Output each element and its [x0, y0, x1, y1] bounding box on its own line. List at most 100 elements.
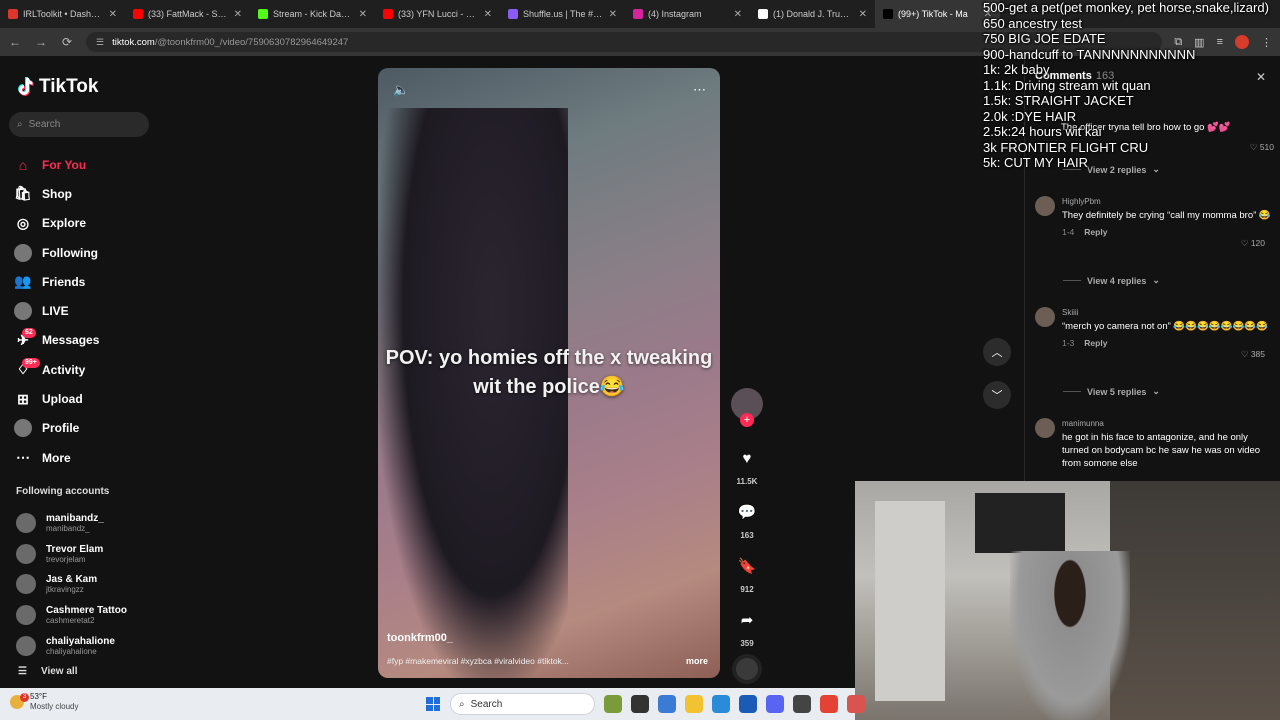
- task-view-icon[interactable]: [631, 695, 649, 713]
- store-icon[interactable]: [739, 695, 757, 713]
- taskbar-search[interactable]: ⌕ Search: [450, 693, 595, 715]
- comment-button[interactable]: 💬: [731, 496, 763, 528]
- sidebar-item-explore[interactable]: ◎ Explore: [14, 209, 99, 238]
- avatar: [16, 513, 36, 534]
- sidebar-item-shop[interactable]: 🛍 Shop: [14, 179, 99, 208]
- view-all-button[interactable]: ☰ View all: [18, 666, 77, 677]
- sidebar-item-label: More: [42, 450, 71, 465]
- tab-close-icon[interactable]: ✕: [109, 9, 117, 20]
- account-handle: trevorjelam: [46, 554, 86, 564]
- video-player[interactable]: 🔈 ⋯ POV: yo homies off the x tweaking wi…: [378, 68, 720, 678]
- tab-close-icon[interactable]: ✕: [359, 9, 367, 20]
- sidebar-item-label: Explore: [42, 216, 87, 231]
- reply-button[interactable]: Reply: [1084, 227, 1107, 237]
- tab-close-icon[interactable]: ✕: [484, 9, 492, 20]
- browser-tab[interactable]: (1) Donald J. Trump o ✕: [750, 0, 875, 28]
- browser-tab[interactable]: IRLToolkit • Dashboard ✕: [0, 0, 125, 28]
- windows-start-icon[interactable]: [426, 697, 440, 711]
- back-icon[interactable]: ←: [8, 35, 22, 49]
- next-video-button[interactable]: ﹀: [983, 381, 1011, 409]
- browser-tab[interactable]: (33) FattMack - Start N ✕: [125, 0, 250, 28]
- app-icon[interactable]: [793, 695, 811, 713]
- video-navigation: ︿ ﹀: [983, 338, 1011, 424]
- creator-avatar[interactable]: +: [731, 388, 763, 427]
- comment-text: he got in his face to antagonize, and he…: [1062, 432, 1261, 469]
- sidebar-item-following[interactable]: Following: [14, 238, 99, 267]
- sidebar-item-label: Friends: [42, 274, 86, 289]
- reply-button[interactable]: Reply: [1084, 338, 1107, 348]
- sidebar-item-label: Activity: [42, 362, 86, 377]
- tab-close-icon[interactable]: ✕: [234, 9, 242, 20]
- comment-username[interactable]: HighlyPbm: [1062, 196, 1271, 207]
- following-account-item[interactable]: chaliyahalione chaliyahalione: [16, 630, 127, 661]
- comment-text: “merch yo camera not on” 😂😂😂😂😂😂😂😂: [1062, 321, 1269, 332]
- search-icon: ⌕: [459, 698, 465, 710]
- streamer: [1010, 551, 1130, 720]
- forward-icon[interactable]: →: [34, 35, 48, 49]
- share-button[interactable]: ➦: [731, 604, 763, 636]
- tab-title: Shuffle.us | The #1 Fre: [523, 9, 604, 19]
- tab-close-icon[interactable]: ✕: [609, 9, 617, 20]
- copilot-icon[interactable]: [658, 695, 676, 713]
- view-replies-button[interactable]: View 5 replies ⌄: [1063, 386, 1160, 397]
- browser-tab[interactable]: Shuffle.us | The #1 Fre ✕: [500, 0, 625, 28]
- music-disc-icon[interactable]: [732, 654, 762, 684]
- sidebar-item-profile[interactable]: Profile: [14, 414, 99, 443]
- commenter-avatar[interactable]: [1035, 196, 1055, 216]
- more-options-icon[interactable]: ⋯: [693, 82, 706, 98]
- following-account-item[interactable]: Trevor Elam trevorjelam: [16, 539, 127, 570]
- sidebar-item-messages[interactable]: ✈ 62 Messages: [14, 326, 99, 355]
- search-icon: ⌕: [17, 119, 23, 130]
- notification-badge: 3: [20, 693, 29, 702]
- tab-title: (4) Instagram: [648, 9, 702, 19]
- like-button[interactable]: ♥: [731, 442, 763, 474]
- sidebar-item-more[interactable]: ⋯ More: [14, 443, 99, 472]
- sidebar-item-upload[interactable]: ⊞ Upload: [14, 384, 99, 413]
- volume-icon[interactable]: 🔈: [393, 82, 409, 98]
- commenter-avatar[interactable]: [1035, 307, 1055, 327]
- chrome-icon[interactable]: [820, 695, 838, 713]
- logo-text: TikTok: [39, 76, 99, 97]
- edge-icon[interactable]: [712, 695, 730, 713]
- tab-title: IRLToolkit • Dashboard: [23, 9, 104, 19]
- view-replies-button[interactable]: View 4 replies ⌄: [1063, 275, 1160, 286]
- commenter-avatar[interactable]: [1035, 418, 1055, 438]
- following-account-item[interactable]: manibandz_ manibandz_: [16, 508, 127, 539]
- browser-tab[interactable]: (4) Instagram ✕: [625, 0, 750, 28]
- following-account-item[interactable]: Cashmere Tattoo cashmeretat2: [16, 600, 127, 631]
- avatar: [16, 605, 36, 626]
- comment-like-count[interactable]: ♡ 120: [1241, 238, 1265, 249]
- comment-username[interactable]: manimunna: [1062, 418, 1271, 429]
- tiktok-logo[interactable]: TikTok: [16, 76, 98, 98]
- following-account-item[interactable]: Jas & Kam jtkravingzz: [16, 569, 127, 600]
- site-info-icon[interactable]: ☰: [96, 37, 104, 48]
- weather-widget[interactable]: 3 53°F Mostly cloudy: [10, 692, 78, 712]
- browser-tab[interactable]: Stream - Kick Dashboa ✕: [250, 0, 375, 28]
- app-icon[interactable]: [847, 695, 865, 713]
- sidebar-item-for-you[interactable]: ⌂ For You: [14, 150, 99, 179]
- file-explorer-icon[interactable]: [685, 695, 703, 713]
- reload-icon[interactable]: ⟳: [60, 35, 74, 49]
- tab-close-icon[interactable]: ✕: [734, 9, 742, 20]
- comment-like-count[interactable]: ♡ 385: [1241, 349, 1265, 360]
- follow-plus-icon[interactable]: +: [740, 413, 754, 427]
- browser-tab[interactable]: (99+) TikTok - Ma ✕: [875, 0, 1000, 28]
- discord-icon[interactable]: [766, 695, 784, 713]
- home-icon: ⌂: [18, 156, 28, 173]
- previous-video-button[interactable]: ︿: [983, 338, 1011, 366]
- sidebar-item-activity[interactable]: ♢ 99+ Activity: [14, 355, 99, 384]
- sidebar-item-live[interactable]: LIVE: [14, 296, 99, 325]
- search-input[interactable]: ⌕ Search: [9, 112, 149, 137]
- tab-close-icon[interactable]: ✕: [859, 9, 867, 20]
- widgets-icon[interactable]: [604, 695, 622, 713]
- view-replies-label: View 4 replies: [1087, 275, 1147, 286]
- sidebar-item-label: LIVE: [42, 304, 69, 319]
- browser-tab[interactable]: (33) YFN Lucci - ON M ✕: [375, 0, 500, 28]
- video-author[interactable]: toonkfrm00_: [387, 632, 453, 644]
- save-button[interactable]: 🔖: [731, 550, 763, 582]
- comment-username[interactable]: Skiiii: [1062, 307, 1271, 318]
- more-link[interactable]: more: [686, 656, 708, 666]
- video-hashtags[interactable]: #fyp #makemeviral #xyzbca #viralvideo #t…: [387, 656, 637, 666]
- goal-line: 5k: CUT MY HAIR: [983, 155, 1088, 170]
- sidebar-item-friends[interactable]: 👥 Friends: [14, 267, 99, 296]
